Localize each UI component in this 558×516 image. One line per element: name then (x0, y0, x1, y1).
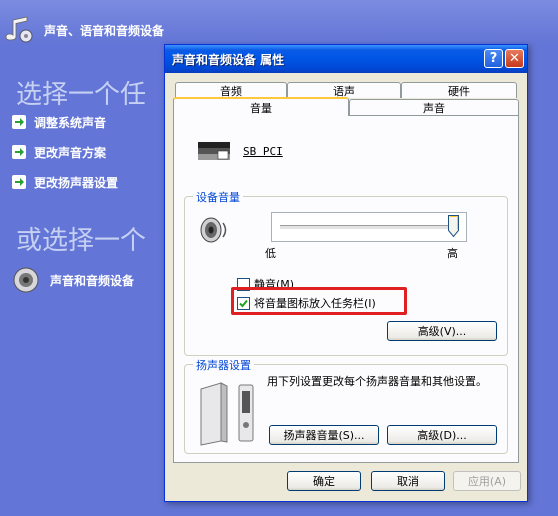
speaker-volume-button[interactable]: 扬声器音量(S)... (269, 425, 379, 445)
task-change-speaker-settings[interactable]: 更改扬声器设置 (12, 173, 118, 191)
pick-panel-heading: 或选择一个 (16, 226, 147, 256)
task-label: 更改声音方案 (34, 145, 107, 160)
speaker-settings-group: 扬声器设置 用下列设置更改每个扬声器音量和其他设置。 扬声器音量(S)... 高… (184, 357, 508, 454)
dialog-title: 声音和音频设备 属性 (172, 53, 285, 67)
volume-low-label: 低 (265, 247, 276, 260)
tab-hardware[interactable]: 硬件 (401, 82, 517, 98)
arrow-right-icon (12, 145, 26, 159)
music-notes-icon (5, 16, 33, 43)
volume-slider[interactable] (271, 212, 467, 242)
help-button[interactable]: ? (484, 49, 503, 68)
device-volume-group: 设备音量 低 高 静音(M) 将音量图标放入任务栏(I) 高级(V)... (184, 189, 508, 356)
control-panel-title: 声音、语音和音频设备 (44, 24, 165, 38)
task-label: 更改扬声器设置 (34, 175, 119, 190)
slider-track-line (280, 225, 458, 230)
group-label: 设备音量 (193, 189, 243, 205)
speaker-advanced-button[interactable]: 高级(D)... (387, 425, 497, 445)
arrow-right-icon (12, 175, 26, 189)
tab-audio[interactable]: 音频 (175, 82, 287, 98)
sound-blaster-logo-icon (198, 142, 230, 160)
task-change-sound-scheme[interactable]: 更改声音方案 (12, 143, 106, 161)
highlight-annotation (231, 287, 407, 315)
panel-item-label: 声音和音频设备 (50, 273, 135, 288)
tab-volume[interactable]: 音量 (173, 97, 349, 116)
slider-thumb[interactable] (448, 215, 459, 237)
speaker-description: 用下列设置更改每个扬声器音量和其他设置。 (267, 375, 487, 388)
ok-button[interactable]: 确定 (287, 471, 361, 491)
tab-sounds[interactable]: 声音 (349, 99, 519, 115)
group-label: 扬声器设置 (193, 357, 254, 373)
volume-advanced-button[interactable]: 高级(V)... (387, 321, 497, 341)
sound-properties-dialog: 声音和音频设备 属性 ? ✕ 音频 语声 硬件 音量 声音 SB PCI 设备音… (164, 44, 528, 502)
volume-tab-page: SB PCI 设备音量 低 高 静音(M) 将音量图标放入任务栏(I) 高级(V… (173, 115, 519, 463)
desktop-speakers-icon (200, 382, 254, 446)
device-name: SB PCI (243, 145, 283, 158)
tab-voice[interactable]: 语声 (287, 82, 401, 98)
speaker-icon (13, 267, 39, 293)
task-adjust-system-sound[interactable]: 调整系统声音 (12, 113, 106, 131)
volume-high-label: 高 (447, 247, 458, 260)
apply-button[interactable]: 应用(A) (453, 471, 521, 491)
panel-item-sound-devices[interactable]: 声音和音频设备 (12, 266, 134, 294)
arrow-right-icon (12, 115, 26, 129)
close-button[interactable]: ✕ (505, 49, 524, 68)
control-panel-header: 声音、语音和音频设备 (0, 0, 558, 44)
pick-task-heading: 选择一个任 (16, 80, 147, 110)
cancel-button[interactable]: 取消 (371, 471, 445, 491)
speaker-icon (200, 217, 227, 243)
title-bar[interactable]: 声音和音频设备 属性 ? ✕ (165, 45, 527, 73)
task-label: 调整系统声音 (34, 115, 107, 130)
